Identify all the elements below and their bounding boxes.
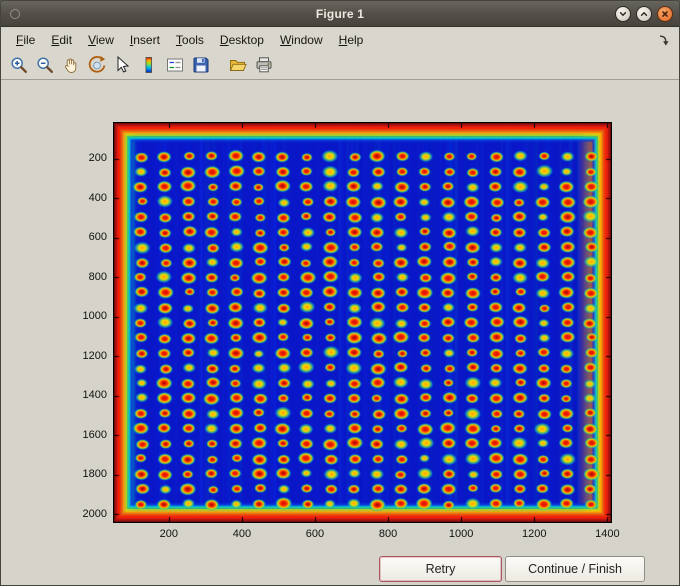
zoom-in-icon <box>9 55 29 75</box>
insert-legend-icon <box>165 55 185 75</box>
y-tick-label: 1600 <box>82 428 107 441</box>
y-tick-label: 400 <box>88 191 107 204</box>
menu-desktop[interactable]: Desktop <box>212 29 272 51</box>
data-cursor-icon <box>113 55 133 75</box>
close-icon <box>660 9 670 19</box>
menubar-items: File Edit View Insert Tools Desktop Window Help <box>8 29 371 51</box>
figure-area: 200 400 600 800 1000 1200 1400 1600 1800 2000 200… <box>1 81 679 585</box>
y-tick-label: 2000 <box>82 507 107 520</box>
insert-legend-button[interactable] <box>163 53 187 77</box>
window-menu-icon[interactable] <box>10 9 20 19</box>
minimize-button[interactable] <box>615 6 631 22</box>
open-file-button[interactable] <box>226 53 250 77</box>
y-tick-label: 1800 <box>82 468 107 481</box>
x-tick-label: 200 <box>159 528 178 540</box>
menu-tools[interactable]: Tools <box>168 29 212 51</box>
y-tick-label: 800 <box>88 270 107 283</box>
window-controls <box>615 6 673 22</box>
zoom-in-button[interactable] <box>7 53 31 77</box>
pan-icon <box>61 55 81 75</box>
y-tick-label: 1200 <box>82 349 107 362</box>
x-tick-label: 1000 <box>448 528 474 540</box>
y-tick-label: 600 <box>88 231 107 244</box>
insert-colorbar-button[interactable] <box>137 53 161 77</box>
y-tick-label: 1000 <box>82 310 107 323</box>
menu-overflow-icon[interactable] <box>657 33 671 47</box>
chevron-down-icon <box>618 9 628 19</box>
x-tick-label: 600 <box>305 528 325 540</box>
x-tick-label: 400 <box>232 528 252 540</box>
menu-view[interactable]: View <box>80 29 122 51</box>
menu-window[interactable]: Window <box>272 29 331 51</box>
toolbar-separator <box>215 55 224 75</box>
plot-canvas[interactable] <box>114 123 611 522</box>
retry-button[interactable]: Retry <box>379 556 502 582</box>
save-figure-button[interactable] <box>189 53 213 77</box>
x-tick-label: 1400 <box>595 528 620 540</box>
x-tick-label: 800 <box>378 528 398 540</box>
menu-file[interactable]: File <box>8 29 43 51</box>
plot-axes <box>113 122 612 523</box>
menubar: File Edit View Insert Tools Desktop Window Help <box>1 28 679 51</box>
rotate-3d-button[interactable] <box>85 53 109 77</box>
window-title: Figure 1 <box>315 6 365 21</box>
insert-colorbar-icon <box>139 55 159 75</box>
figure-toolbar <box>1 51 679 80</box>
print-figure-icon <box>254 55 274 75</box>
save-figure-icon <box>191 55 211 75</box>
zoom-out-button[interactable] <box>33 53 57 77</box>
titlebar[interactable]: Figure 1 <box>1 1 679 27</box>
figure-window: Figure 1 File Edit View Insert Tools Desktop W… <box>0 0 680 586</box>
menu-edit[interactable]: Edit <box>43 29 80 51</box>
pan-button[interactable] <box>59 53 83 77</box>
open-file-icon <box>228 55 248 75</box>
x-tick-label: 1200 <box>522 528 547 540</box>
menu-insert[interactable]: Insert <box>122 29 168 51</box>
continue-finish-button[interactable]: Continue / Finish <box>505 556 645 582</box>
y-tick-label: 200 <box>88 152 107 165</box>
menu-help[interactable]: Help <box>331 29 372 51</box>
close-button[interactable] <box>657 6 673 22</box>
y-tick-label: 1400 <box>82 389 107 402</box>
maximize-button[interactable] <box>636 6 652 22</box>
zoom-out-icon <box>35 55 55 75</box>
print-figure-button[interactable] <box>252 53 276 77</box>
data-cursor-button[interactable] <box>111 53 135 77</box>
chevron-up-icon <box>639 9 649 19</box>
rotate-3d-icon <box>87 55 107 75</box>
